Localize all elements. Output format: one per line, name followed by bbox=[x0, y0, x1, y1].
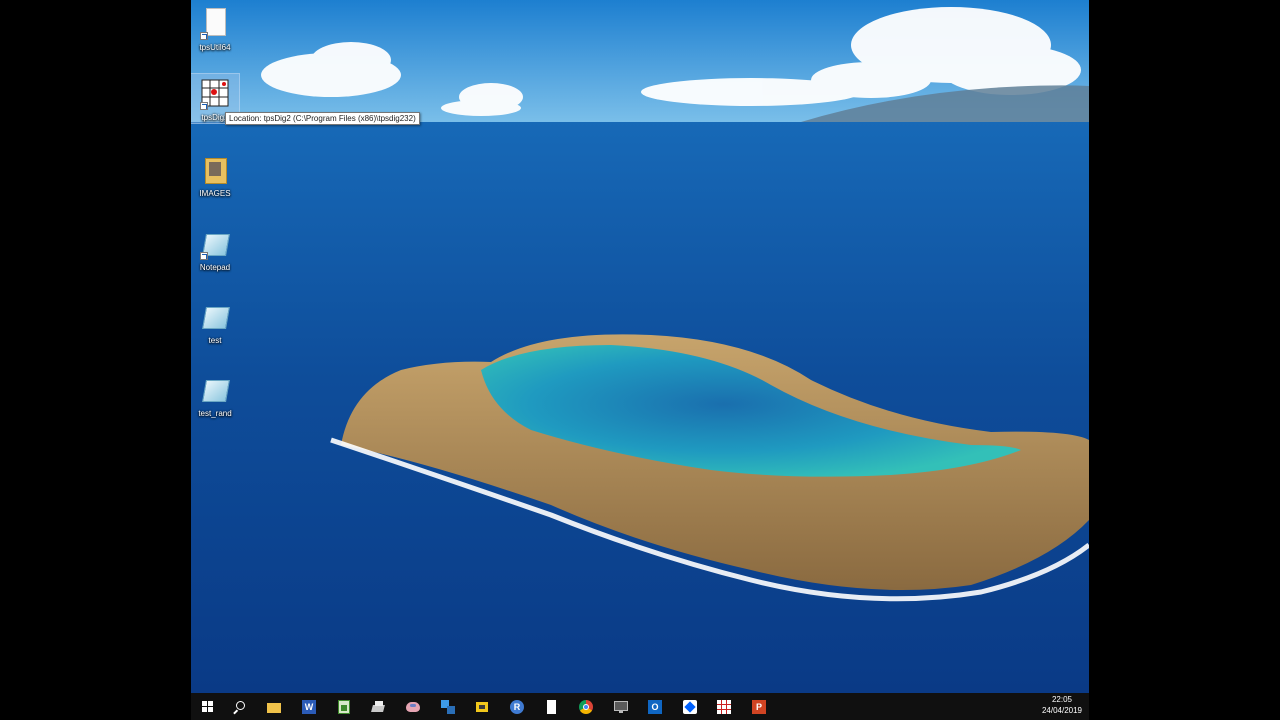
monitor-icon bbox=[614, 700, 628, 714]
search-icon bbox=[232, 700, 246, 714]
notepad-icon bbox=[200, 228, 230, 260]
folder-icon bbox=[267, 700, 281, 714]
desktop-wallpaper bbox=[191, 0, 1089, 693]
start-button[interactable] bbox=[191, 693, 225, 720]
desktop-icon-label: Notepad bbox=[199, 263, 231, 272]
system-clock[interactable]: 22:05 24/04/2019 bbox=[1037, 694, 1087, 716]
outlook-icon: O bbox=[648, 699, 662, 714]
taskbar-chrome[interactable] bbox=[569, 693, 603, 720]
taskbar-puzzle[interactable] bbox=[465, 693, 499, 720]
clock-time: 22:05 bbox=[1051, 695, 1073, 704]
taskbar-powerpoint[interactable]: P bbox=[742, 693, 776, 720]
search-button[interactable] bbox=[222, 693, 256, 720]
r-icon: R bbox=[510, 699, 524, 714]
taskbar-file-explorer[interactable] bbox=[257, 693, 291, 720]
dropbox-icon bbox=[683, 699, 697, 714]
puzzle-icon bbox=[475, 700, 489, 714]
notepad-icon bbox=[200, 301, 230, 333]
windows-logo-icon bbox=[201, 700, 215, 714]
printer-icon bbox=[371, 700, 385, 714]
clock-date: 24/04/2019 bbox=[1041, 706, 1083, 715]
powerpoint-icon: P bbox=[752, 699, 766, 714]
folder-icon bbox=[200, 154, 230, 186]
desktop-icon-test-rand[interactable]: test_rand bbox=[191, 370, 239, 419]
taskbar-r[interactable]: R bbox=[500, 693, 534, 720]
taskbar-printer[interactable] bbox=[361, 693, 395, 720]
taskbar-monitor[interactable] bbox=[604, 693, 638, 720]
notepad-icon bbox=[200, 374, 230, 406]
taskbar-word[interactable]: W bbox=[292, 693, 326, 720]
location-tooltip: Location: tpsDig2 (C:\Program Files (x86… bbox=[225, 112, 420, 125]
brain-icon bbox=[406, 700, 420, 714]
desktop-icon-label: test_rand bbox=[198, 409, 232, 418]
desktop-icon-test[interactable]: test bbox=[191, 297, 239, 346]
tpsdig-grid-icon bbox=[200, 78, 230, 110]
tpsdig-grid-icon bbox=[717, 699, 731, 714]
taskbar-blank-file[interactable] bbox=[534, 693, 568, 720]
desktop-screen: tpsUtil64 tpsDig2 Location: tpsDig2 (C:\… bbox=[191, 0, 1089, 720]
taskbar-brain[interactable] bbox=[396, 693, 430, 720]
taskbar-dropbox[interactable] bbox=[673, 693, 707, 720]
taskbar-tpsdig[interactable] bbox=[707, 693, 741, 720]
chrome-icon bbox=[579, 699, 593, 714]
desktop-icon-label: tpsUtil64 bbox=[199, 43, 231, 52]
desktop-icon-tpsutil64[interactable]: tpsUtil64 bbox=[191, 4, 239, 53]
blank-file-shortcut-icon bbox=[200, 8, 230, 40]
taskbar-spreadsheet[interactable] bbox=[327, 693, 361, 720]
desktop-icon-images[interactable]: IMAGES bbox=[191, 150, 239, 199]
taskbar-network[interactable] bbox=[431, 693, 465, 720]
desktop-icon-label: IMAGES bbox=[199, 189, 231, 198]
word-icon: W bbox=[302, 699, 316, 714]
desktop-icon-label: test bbox=[208, 336, 222, 345]
network-icon bbox=[441, 699, 455, 714]
spreadsheet-icon bbox=[337, 699, 351, 714]
blank-file-icon bbox=[544, 699, 558, 714]
taskbar: W R O P 22:05 24/04/2019 bbox=[191, 693, 1089, 720]
taskbar-outlook[interactable]: O bbox=[638, 693, 672, 720]
desktop-icon-notepad[interactable]: Notepad bbox=[191, 224, 239, 273]
